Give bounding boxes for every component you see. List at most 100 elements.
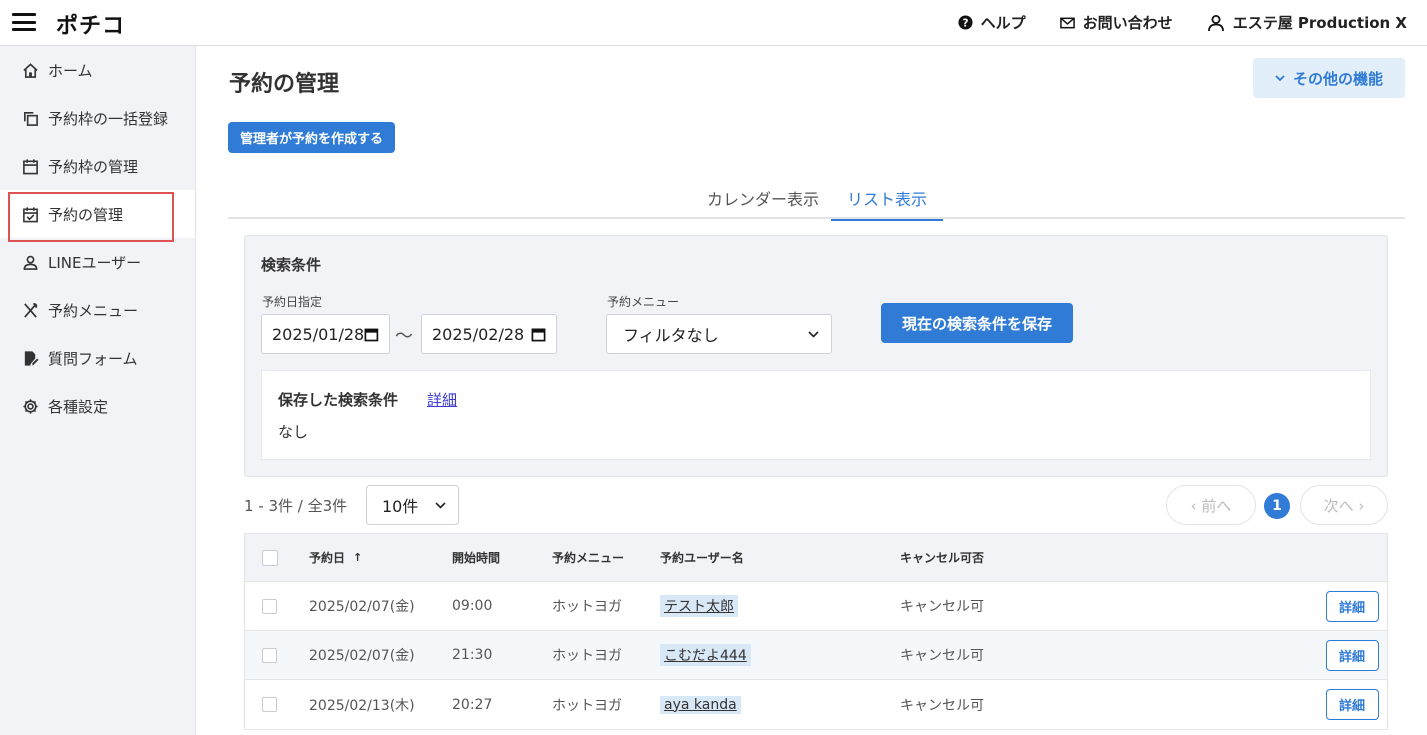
sidebar-item-label: ホーム [48, 61, 93, 80]
menu-filter-label: 予約メニュー [607, 295, 680, 309]
row-select-cell [262, 582, 277, 630]
row-time: 09:00 [452, 598, 493, 614]
app-logo[interactable]: ポチコ [56, 8, 125, 40]
sidebar-item-label: LINEユーザー [48, 253, 142, 272]
menu-filter-select[interactable]: フィルタなし [606, 314, 832, 354]
saved-conditions-detail-link[interactable]: 詳細 [427, 389, 457, 410]
sidebar-item-question-form[interactable]: 質問フォーム [0, 334, 195, 382]
date-to-input[interactable]: 2025/02/28 [421, 314, 557, 354]
row-detail-button[interactable]: 詳細 [1325, 590, 1379, 622]
calendar-check-icon [23, 206, 38, 222]
sidebar-item-label: 各種設定 [48, 397, 109, 416]
sidebar-item-reservation-management[interactable]: 予約の管理 [0, 190, 195, 242]
date-from-input[interactable]: 2025/01/28 [261, 314, 390, 354]
per-page-select[interactable]: 10件 [366, 485, 459, 525]
header-cancel: キャンセル可否 [900, 551, 985, 565]
sidebar-item-label: 予約の管理 [48, 205, 124, 224]
date-from-value: 2025/01/28 [272, 324, 365, 344]
account-name: エステ屋 Production X [1232, 14, 1407, 32]
result-count: 1 - 3件 / 全3件 [244, 497, 348, 515]
other-features-label: その他の機能 [1292, 69, 1383, 88]
main-content: 予約の管理 その他の機能 管理者が予約を作成する カレンダー表示 リスト表示 検… [197, 46, 1427, 735]
row-detail-button[interactable]: 詳細 [1325, 639, 1379, 671]
search-conditions-panel: 検索条件 予約日指定 2025/01/28 〜 2025/02/28 予約メニュ… [244, 235, 1388, 477]
saved-conditions-value: なし [278, 423, 309, 441]
mail-icon [1059, 17, 1075, 28]
row-user-link[interactable]: こむだよ444 [660, 644, 751, 666]
sidebar: ホーム 予約枠の一括登録 予約枠の管理 予約の管理 LINEユーザー 予約メニュ… [0, 46, 196, 735]
sidebar-item-bulk-register[interactable]: 予約枠の一括登録 [0, 94, 195, 142]
saved-conditions-title: 保存した検索条件 [278, 391, 399, 409]
page-number-current[interactable]: 1 [1264, 493, 1290, 519]
search-conditions-title: 検索条件 [261, 256, 322, 274]
header-date-label: 予約日 [309, 551, 346, 565]
row-cancel: キャンセル可 [900, 697, 984, 714]
sidebar-item-line-users[interactable]: LINEユーザー [0, 238, 195, 286]
row-menu: ホットヨガ [552, 648, 622, 664]
help-label: ヘルプ [980, 14, 1026, 32]
sidebar-item-slot-management[interactable]: 予約枠の管理 [0, 142, 195, 190]
account-menu[interactable]: エステ屋 Production X [1207, 12, 1407, 33]
other-features-button[interactable]: その他の機能 [1253, 58, 1405, 98]
header-start-time: 開始時間 [452, 551, 501, 565]
save-search-conditions-button[interactable]: 現在の検索条件を保存 [881, 303, 1073, 343]
row-user-cell: テスト太郎 [660, 582, 738, 630]
select-all-cell [262, 534, 278, 581]
row-checkbox[interactable] [262, 647, 277, 663]
row-time: 20:27 [452, 696, 493, 713]
prev-page-button[interactable]: ‹ 前へ [1166, 485, 1256, 525]
chevron-down-icon [1275, 74, 1285, 81]
row-checkbox[interactable] [262, 697, 277, 712]
row-user-link[interactable]: aya kanda [660, 695, 741, 714]
svg-text:?: ? [962, 17, 968, 29]
sidebar-item-reservation-menu[interactable]: 予約メニュー [0, 286, 195, 334]
sidebar-item-home[interactable]: ホーム [0, 46, 195, 94]
hamburger-menu-icon[interactable] [12, 13, 36, 31]
create-reservation-button[interactable]: 管理者が予約を作成する [228, 122, 396, 153]
copy-icon [24, 111, 38, 126]
sidebar-item-label: 予約枠の管理 [48, 157, 139, 176]
row-cancel: キャンセル可 [900, 599, 984, 615]
row-user-cell: こむだよ444 [660, 631, 751, 679]
help-link[interactable]: ? ヘルプ [958, 12, 1026, 33]
header-date[interactable]: 予約日 ↑ [309, 534, 362, 581]
page-title: 予約の管理 [229, 72, 340, 97]
row-checkbox[interactable] [262, 598, 277, 614]
row-menu: ホットヨガ [552, 599, 622, 615]
sort-asc-icon: ↑ [353, 551, 363, 564]
table-row: 2025/02/13(木) 20:27 ホットヨガ aya kanda キャンセ… [245, 680, 1387, 729]
sidebar-item-label: 予約メニュー [48, 301, 139, 320]
row-menu: ホットヨガ [552, 697, 622, 714]
row-date: 2025/02/07(金) [309, 648, 415, 664]
table-header-row: 予約日 ↑ 開始時間 予約メニュー 予約ユーザー名 キャンセル可否 [245, 534, 1387, 582]
next-page-button[interactable]: 次へ › [1300, 485, 1388, 525]
calendar-icon [531, 328, 546, 341]
top-header: ポチコ ? ヘルプ お問い合わせ エステ屋 Production X [0, 0, 1427, 46]
calendar-icon [364, 328, 379, 341]
tab-calendar-view[interactable]: カレンダー表示 [698, 176, 828, 219]
row-detail-cell: 詳細 [1317, 582, 1387, 630]
header-menu: 予約メニュー [552, 551, 625, 565]
row-select-cell [262, 631, 277, 679]
home-icon [23, 62, 38, 78]
user-icon [1207, 14, 1224, 31]
gear-icon [23, 398, 38, 414]
date-range-label: 予約日指定 [262, 295, 323, 309]
sidebar-item-label: 予約枠の一括登録 [48, 109, 169, 128]
row-user-link[interactable]: テスト太郎 [660, 595, 738, 617]
row-cancel: キャンセル可 [900, 648, 984, 664]
sidebar-item-settings[interactable]: 各種設定 [0, 382, 195, 430]
row-date: 2025/02/07(金) [309, 599, 415, 615]
row-time: 21:30 [452, 647, 493, 663]
calendar-icon [23, 158, 38, 174]
select-all-checkbox[interactable] [262, 549, 278, 566]
date-range-separator: 〜 [395, 326, 413, 347]
reservations-table: 予約日 ↑ 開始時間 予約メニュー 予約ユーザー名 キャンセル可否 2025/0… [244, 533, 1388, 730]
menu-filter-value: フィルタなし [623, 326, 719, 345]
sidebar-item-label: 質問フォーム [48, 349, 138, 368]
row-detail-button[interactable]: 詳細 [1325, 689, 1379, 720]
tab-list-view[interactable]: リスト表示 [831, 176, 943, 221]
row-user-cell: aya kanda [660, 680, 741, 729]
contact-link[interactable]: お問い合わせ [1059, 12, 1173, 33]
date-to-value: 2025/02/28 [432, 324, 525, 344]
